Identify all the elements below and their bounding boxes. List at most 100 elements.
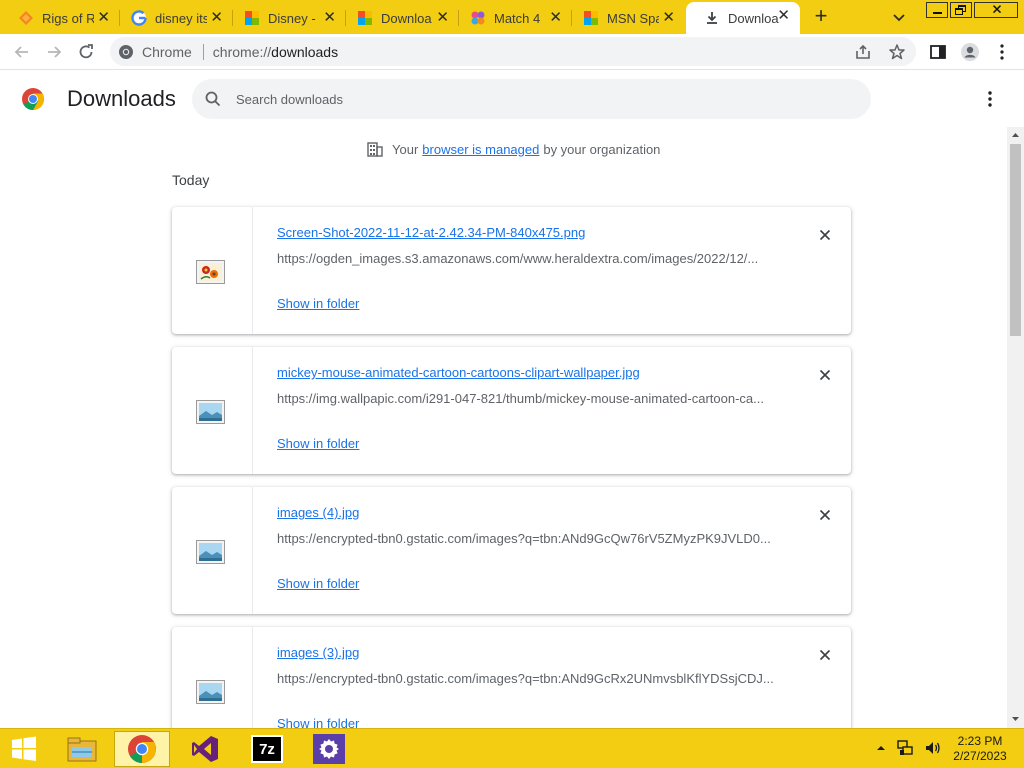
tab-label: Match 4 bbox=[494, 10, 541, 26]
file-icon-column bbox=[172, 207, 253, 334]
restore-icon-front bbox=[955, 8, 963, 15]
start-icon bbox=[12, 736, 36, 761]
scroll-up-arrow-icon[interactable] bbox=[1007, 127, 1024, 143]
remove-download-icon[interactable] bbox=[816, 226, 834, 244]
forward-arrow-icon[interactable] bbox=[44, 42, 64, 62]
tab-strip: Rigs of R ✕ disney its ✕ Disney - ✕ Down… bbox=[0, 0, 1024, 34]
url-host: downloads bbox=[271, 43, 339, 60]
url-scheme: chrome:// bbox=[212, 43, 272, 60]
taskbar-settings[interactable] bbox=[301, 731, 357, 767]
chrome-logo-icon bbox=[22, 88, 44, 110]
remove-download-icon[interactable] bbox=[816, 506, 834, 524]
network-icon[interactable] bbox=[896, 739, 914, 757]
close-tab-icon[interactable]: ✕ bbox=[662, 10, 675, 26]
site-info-chip[interactable]: Chrome bbox=[118, 44, 192, 60]
windows-taskbar: 7z 2:23 PM 2/27/2023 bbox=[0, 728, 1024, 768]
download-item: Screen-Shot-2022-11-12-at-2.42.34-PM-840… bbox=[172, 207, 851, 334]
image-file-icon bbox=[196, 540, 225, 564]
download-filename-link[interactable]: images (4).jpg bbox=[277, 505, 359, 520]
tray-expand-icon[interactable] bbox=[876, 743, 886, 753]
page-title: Downloads bbox=[67, 86, 176, 111]
download-source-url[interactable]: https://img.wallpapic.com/i291-047-821/t… bbox=[277, 391, 777, 406]
download-filename-link[interactable]: Screen-Shot-2022-11-12-at-2.42.34-PM-840… bbox=[277, 225, 585, 240]
bookmark-star-icon[interactable] bbox=[888, 43, 906, 61]
taskbar-clock[interactable]: 2:23 PM 2/27/2023 bbox=[940, 734, 1020, 764]
tab-disney[interactable]: Disney - ✕ bbox=[226, 4, 346, 32]
profile-avatar-icon[interactable] bbox=[960, 42, 980, 62]
msn-icon bbox=[245, 11, 259, 25]
file-icon-column bbox=[172, 347, 253, 474]
taskbar-chrome[interactable] bbox=[114, 731, 170, 767]
msn-icon bbox=[584, 11, 598, 25]
download-source-url[interactable]: https://ogden_images.s3.amazonaws.com/ww… bbox=[277, 251, 777, 266]
show-in-folder-link[interactable]: Show in folder bbox=[277, 436, 359, 451]
close-icon bbox=[992, 5, 1002, 14]
date-section-label: Today bbox=[172, 172, 210, 188]
settings-icon bbox=[319, 739, 339, 759]
tab-label: MSN Spa bbox=[607, 10, 659, 26]
download-icon bbox=[707, 12, 717, 24]
tab-download-page[interactable]: Downloa ✕ bbox=[339, 4, 459, 32]
address-bar[interactable]: Chrome chrome://downloads bbox=[110, 37, 916, 66]
msn-icon bbox=[358, 11, 372, 25]
url-text: chrome://downloads bbox=[213, 44, 338, 60]
tab-downloads-active[interactable]: Downloa ✕ bbox=[686, 2, 800, 34]
taskbar-file-explorer[interactable] bbox=[54, 731, 110, 767]
close-tab-icon[interactable]: ✕ bbox=[323, 10, 336, 26]
minimize-icon bbox=[933, 12, 942, 14]
close-tab-icon[interactable]: ✕ bbox=[777, 8, 790, 24]
tab-label: Disney - bbox=[268, 10, 316, 26]
tab-match4[interactable]: Match 4 ✕ bbox=[452, 4, 572, 32]
show-in-folder-link[interactable]: Show in folder bbox=[277, 576, 359, 591]
file-explorer-icon bbox=[67, 737, 97, 762]
tab-label: Downloa bbox=[728, 10, 779, 26]
restore-button[interactable] bbox=[950, 2, 972, 18]
download-filename-link[interactable]: images (3).jpg bbox=[277, 645, 359, 660]
scrollbar-thumb[interactable] bbox=[1010, 144, 1021, 336]
tab-label: Downloa bbox=[381, 10, 432, 26]
tab-disney-search[interactable]: disney its ✕ bbox=[113, 4, 233, 32]
side-panel-icon[interactable] bbox=[928, 42, 948, 62]
close-tab-icon[interactable]: ✕ bbox=[436, 10, 449, 26]
download-source-url[interactable]: https://encrypted-tbn0.gstatic.com/image… bbox=[277, 671, 777, 686]
more-actions-icon[interactable] bbox=[980, 89, 1000, 109]
download-item: mickey-mouse-animated-cartoon-cartoons-c… bbox=[172, 347, 851, 474]
tab-rigs-of-rods[interactable]: Rigs of R ✕ bbox=[0, 4, 120, 32]
search-box[interactable] bbox=[192, 79, 871, 119]
building-icon bbox=[367, 142, 383, 157]
scroll-down-arrow-icon[interactable] bbox=[1007, 711, 1024, 727]
download-source-url[interactable]: https://encrypted-tbn0.gstatic.com/image… bbox=[277, 531, 777, 546]
close-tab-icon[interactable]: ✕ bbox=[97, 10, 110, 26]
tab-label: disney its bbox=[155, 10, 207, 26]
tab-msn[interactable]: MSN Spa ✕ bbox=[565, 4, 685, 32]
reload-icon[interactable] bbox=[76, 42, 96, 62]
taskbar-7zip[interactable]: 7z bbox=[239, 731, 295, 767]
show-in-folder-link[interactable]: Show in folder bbox=[277, 296, 359, 311]
share-icon[interactable] bbox=[854, 43, 872, 61]
new-tab-button[interactable]: + bbox=[810, 5, 832, 28]
rigs-of-rods-icon bbox=[19, 11, 33, 25]
start-button[interactable] bbox=[0, 731, 48, 767]
chevron-down-icon[interactable] bbox=[890, 8, 908, 26]
managed-notice: Your browser is managed by your organiza… bbox=[366, 140, 660, 158]
close-tab-icon[interactable]: ✕ bbox=[210, 10, 223, 26]
close-tab-icon[interactable]: ✕ bbox=[549, 10, 562, 26]
minimize-button[interactable] bbox=[926, 2, 948, 18]
visual-studio-icon bbox=[192, 736, 218, 762]
remove-download-icon[interactable] bbox=[816, 366, 834, 384]
browser-toolbar: Chrome chrome://downloads bbox=[0, 34, 1024, 70]
7zip-label: 7z bbox=[259, 740, 275, 758]
remove-download-icon[interactable] bbox=[816, 646, 834, 664]
flower-image-icon bbox=[196, 260, 225, 284]
search-icon bbox=[205, 91, 221, 107]
browser-managed-link[interactable]: browser is managed bbox=[422, 142, 539, 157]
browser-menu-icon[interactable] bbox=[992, 42, 1012, 62]
download-filename-link[interactable]: mickey-mouse-animated-cartoon-cartoons-c… bbox=[277, 365, 640, 380]
clock-date: 2/27/2023 bbox=[953, 749, 1007, 763]
close-window-button[interactable] bbox=[974, 2, 1018, 18]
image-file-icon bbox=[196, 400, 225, 424]
taskbar-visual-studio[interactable] bbox=[177, 731, 233, 767]
chrome-icon bbox=[128, 735, 156, 763]
back-arrow-icon[interactable] bbox=[12, 42, 32, 62]
search-input[interactable] bbox=[236, 89, 836, 109]
